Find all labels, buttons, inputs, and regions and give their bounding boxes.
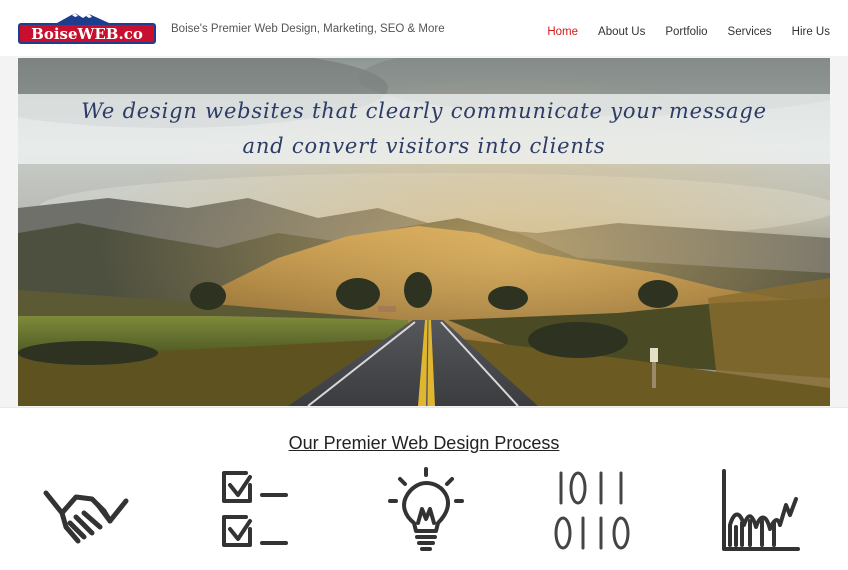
nav-hire-us[interactable]: Hire Us <box>792 26 830 38</box>
nav-services[interactable]: Services <box>728 26 772 38</box>
lightbulb-icon <box>388 467 464 551</box>
handshake-icon <box>43 490 129 544</box>
nav-home[interactable]: Home <box>547 26 578 38</box>
binary-code-icon <box>554 471 630 550</box>
nav-portfolio[interactable]: Portfolio <box>665 26 707 38</box>
hero-image: We design websites that clearly communic… <box>18 58 830 406</box>
site-header: BoiseWEB.co Boise's Premier Web Design, … <box>0 0 848 57</box>
main-nav: Home About Us Portfolio Services Hire Us <box>527 26 830 38</box>
hero-headline-line-2: and convert visitors into clients <box>242 134 606 158</box>
hero-section: We design websites that clearly communic… <box>0 56 848 408</box>
checklist-icon <box>222 471 288 547</box>
tagline: Boise's Premier Web Design, Marketing, S… <box>171 23 445 35</box>
hero-headline-line-1: We design websites that clearly communic… <box>81 99 767 123</box>
hero-banner: We design websites that clearly communic… <box>18 94 830 164</box>
growth-chart-icon <box>722 469 800 551</box>
nav-about-us[interactable]: About Us <box>598 26 645 38</box>
process-title: Our Premier Web Design Process <box>288 433 560 453</box>
mountain-logo-icon <box>57 13 109 23</box>
logo-text: BoiseWEB.co <box>31 25 143 43</box>
process-icons <box>0 465 848 570</box>
logo[interactable]: BoiseWEB.co <box>17 11 157 46</box>
